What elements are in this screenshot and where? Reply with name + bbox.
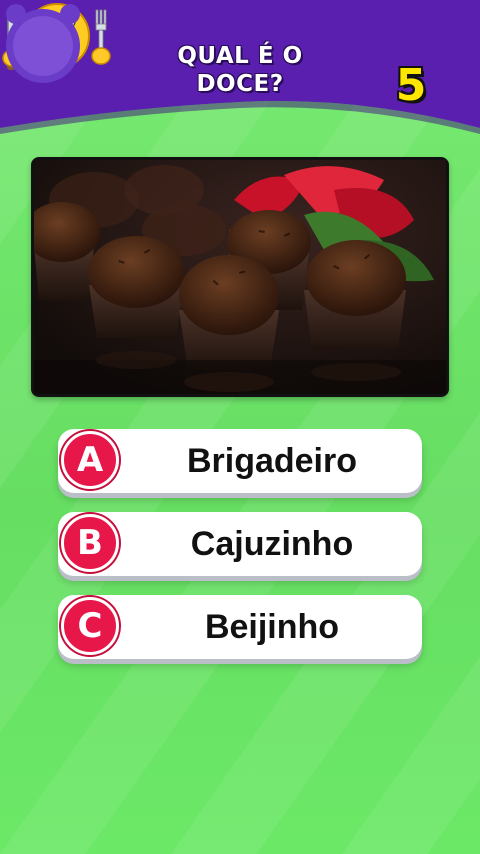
option-b-button[interactable]: B Cajuzinho	[58, 512, 422, 576]
page-title: QUAL É O DOCE?	[150, 42, 330, 98]
option-a-button[interactable]: A Brigadeiro	[58, 429, 422, 493]
countdown-timer: 5	[395, 60, 427, 111]
option-b-label: Cajuzinho	[190, 525, 354, 563]
option-a-label: Brigadeiro	[186, 442, 358, 480]
header-bar: QUAL É O DOCE? 5	[0, 0, 480, 140]
question-image	[31, 157, 449, 397]
option-c-button[interactable]: C Beijinho	[58, 595, 422, 659]
brigadeiro-photo	[34, 160, 446, 394]
option-c-letter: C	[61, 597, 119, 655]
option-a-letter: A	[61, 431, 119, 489]
option-b-letter: B	[61, 514, 119, 572]
alarm-clock-icon	[6, 4, 80, 83]
option-c-label: Beijinho	[204, 608, 340, 646]
title-line-2: DOCE?	[196, 71, 284, 97]
title-line-1: QUAL É O	[177, 43, 303, 69]
